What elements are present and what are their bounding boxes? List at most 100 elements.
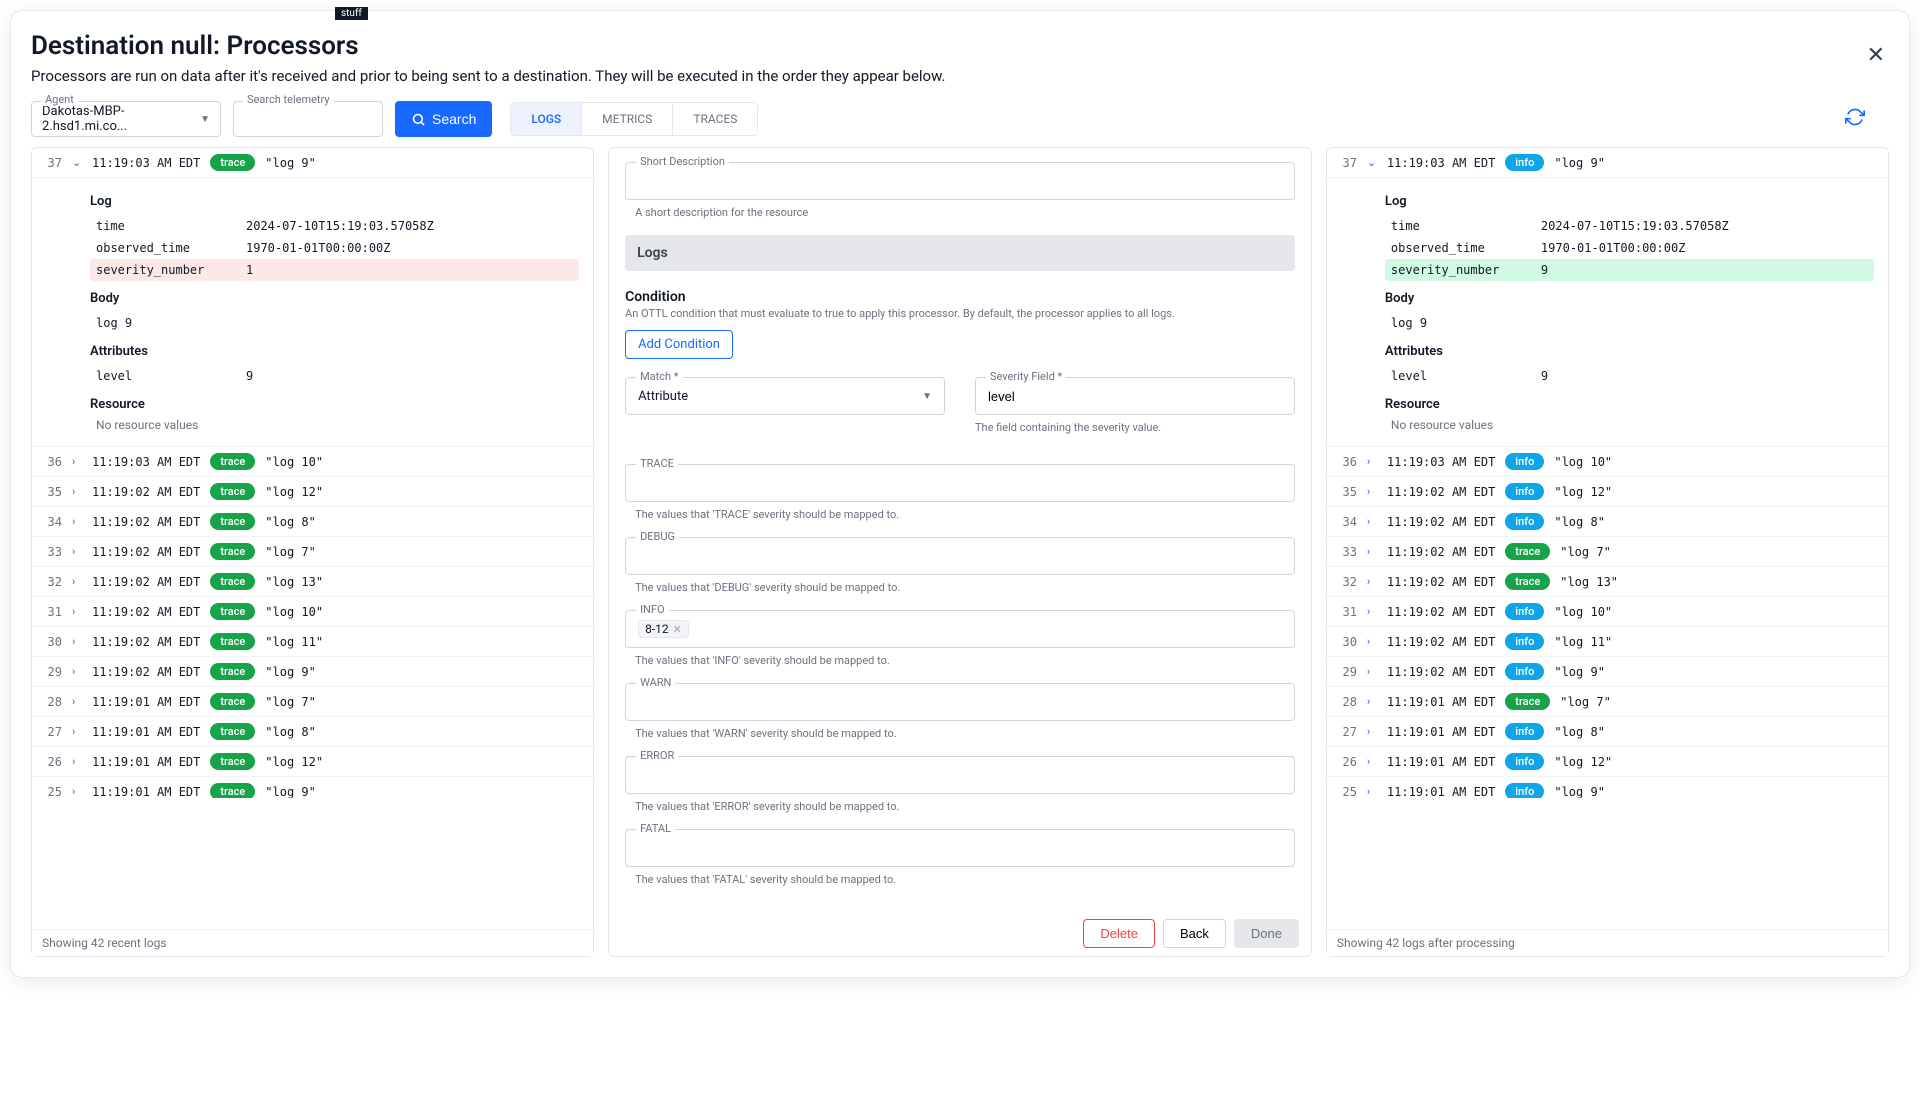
severity-debug-input[interactable] bbox=[626, 538, 1294, 574]
top-controls: Agent Dakotas-MBP-2.hsd1.mi.co... ▼ Sear… bbox=[31, 101, 1889, 137]
done-button[interactable]: Done bbox=[1234, 919, 1299, 948]
kv-value: 1 bbox=[246, 263, 253, 277]
severity-pill: info bbox=[1505, 633, 1544, 650]
search-button[interactable]: Search bbox=[395, 101, 492, 137]
log-timestamp: 11:19:02 AM EDT bbox=[1387, 605, 1495, 619]
log-row[interactable]: 32 › 11:19:02 AM EDT trace "log 13" bbox=[1327, 567, 1888, 597]
chevron-right-icon: › bbox=[1367, 605, 1377, 618]
output-logs-panel: 37 ⌄ 11:19:03 AM EDT info "log 9" Log ti… bbox=[1326, 147, 1889, 957]
log-row[interactable]: 25 › 11:19:01 AM EDT trace "log 9" bbox=[32, 777, 593, 798]
severity-warn-hint: The values that 'WARN' severity should b… bbox=[635, 727, 1293, 740]
refresh-icon[interactable] bbox=[1845, 107, 1865, 132]
kv-row: observed_time 1970-01-01T00:00:00Z bbox=[90, 237, 579, 259]
severity-pill: trace bbox=[210, 513, 255, 530]
log-timestamp: 11:19:02 AM EDT bbox=[92, 665, 200, 679]
log-row[interactable]: 29 › 11:19:02 AM EDT info "log 9" bbox=[1327, 657, 1888, 687]
severity-fatal-input[interactable] bbox=[626, 830, 1294, 866]
log-row[interactable]: 34 › 11:19:02 AM EDT trace "log 8" bbox=[32, 507, 593, 537]
severity-pill: trace bbox=[210, 753, 255, 770]
log-message: "log 12" bbox=[265, 485, 323, 499]
tab-metrics[interactable]: METRICS bbox=[581, 103, 672, 135]
log-row[interactable]: 28 › 11:19:01 AM EDT trace "log 7" bbox=[1327, 687, 1888, 717]
agent-select[interactable]: Dakotas-MBP-2.hsd1.mi.co... ▼ bbox=[31, 101, 221, 137]
log-index: 29 bbox=[42, 665, 62, 679]
kv-key: severity_number bbox=[96, 263, 246, 277]
delete-button[interactable]: Delete bbox=[1083, 919, 1155, 948]
severity-warn-input[interactable] bbox=[626, 684, 1294, 720]
chevron-right-icon: › bbox=[72, 485, 82, 498]
severity-pill: trace bbox=[210, 453, 255, 470]
severity-info-hint: The values that 'INFO' severity should b… bbox=[635, 654, 1293, 667]
log-row[interactable]: 34 › 11:19:02 AM EDT info "log 8" bbox=[1327, 507, 1888, 537]
match-select[interactable]: Attribute ▼ bbox=[626, 378, 944, 414]
log-message: "log 9" bbox=[265, 785, 316, 799]
severity-pill: trace bbox=[210, 633, 255, 650]
log-row[interactable]: 35 › 11:19:02 AM EDT trace "log 12" bbox=[32, 477, 593, 507]
log-message: "log 8" bbox=[265, 725, 316, 739]
log-row[interactable]: 25 › 11:19:01 AM EDT info "log 9" bbox=[1327, 777, 1888, 798]
log-row[interactable]: 30 › 11:19:02 AM EDT info "log 11" bbox=[1327, 627, 1888, 657]
search-label: Search telemetry bbox=[243, 93, 334, 106]
log-row[interactable]: 27 › 11:19:01 AM EDT trace "log 8" bbox=[32, 717, 593, 747]
add-condition-button[interactable]: Add Condition bbox=[625, 330, 733, 359]
chip-remove-icon[interactable]: ✕ bbox=[673, 623, 682, 636]
log-timestamp: 11:19:03 AM EDT bbox=[92, 156, 200, 170]
kv-key: time bbox=[96, 219, 246, 233]
short-desc-input[interactable] bbox=[626, 163, 1294, 199]
back-button[interactable]: Back bbox=[1163, 919, 1226, 948]
processor-form-panel: Short Description A short description fo… bbox=[608, 147, 1312, 957]
body-value: log 9 bbox=[1385, 312, 1874, 334]
kv-value: 2024-07-10T15:19:03.57058Z bbox=[1541, 219, 1729, 233]
kv-row: time 2024-07-10T15:19:03.57058Z bbox=[1385, 215, 1874, 237]
kv-row: time 2024-07-10T15:19:03.57058Z bbox=[90, 215, 579, 237]
severity-pill: trace bbox=[210, 154, 255, 171]
chevron-right-icon: › bbox=[72, 785, 82, 798]
search-input[interactable] bbox=[233, 101, 383, 137]
severity-pill: info bbox=[1505, 513, 1544, 530]
log-row[interactable]: 29 › 11:19:02 AM EDT trace "log 9" bbox=[32, 657, 593, 687]
chevron-right-icon: › bbox=[1367, 725, 1377, 738]
log-row-expanded[interactable]: 37 ⌄ 11:19:03 AM EDT info "log 9" bbox=[1327, 148, 1888, 178]
body-section-title: Body bbox=[1385, 291, 1874, 306]
kv-key: observed_time bbox=[96, 241, 246, 255]
severity-info-input[interactable]: 8-12 ✕ bbox=[626, 611, 1294, 647]
severity-pill: info bbox=[1505, 453, 1544, 470]
log-timestamp: 11:19:02 AM EDT bbox=[1387, 485, 1495, 499]
log-index: 37 bbox=[1337, 156, 1357, 170]
log-row[interactable]: 28 › 11:19:01 AM EDT trace "log 7" bbox=[32, 687, 593, 717]
chip[interactable]: 8-12 ✕ bbox=[638, 620, 689, 638]
log-row[interactable]: 32 › 11:19:02 AM EDT trace "log 13" bbox=[32, 567, 593, 597]
log-row[interactable]: 27 › 11:19:01 AM EDT info "log 8" bbox=[1327, 717, 1888, 747]
severity-field-input[interactable] bbox=[976, 378, 1294, 414]
log-row[interactable]: 31 › 11:19:02 AM EDT trace "log 10" bbox=[32, 597, 593, 627]
log-message: "log 9" bbox=[265, 665, 316, 679]
log-index: 25 bbox=[42, 785, 62, 799]
log-message: "log 12" bbox=[1554, 485, 1612, 499]
log-timestamp: 11:19:01 AM EDT bbox=[92, 725, 200, 739]
severity-error-label: ERROR bbox=[636, 749, 678, 762]
severity-field-hint: The field containing the severity value. bbox=[975, 421, 1293, 434]
log-row[interactable]: 36 › 11:19:03 AM EDT info "log 10" bbox=[1327, 447, 1888, 477]
log-row[interactable]: 31 › 11:19:02 AM EDT info "log 10" bbox=[1327, 597, 1888, 627]
log-row[interactable]: 30 › 11:19:02 AM EDT trace "log 11" bbox=[32, 627, 593, 657]
tab-logs[interactable]: LOGS bbox=[511, 103, 581, 135]
severity-error-input[interactable] bbox=[626, 757, 1294, 793]
log-index: 25 bbox=[1337, 785, 1357, 799]
log-row[interactable]: 26 › 11:19:01 AM EDT info "log 12" bbox=[1327, 747, 1888, 777]
chevron-right-icon: › bbox=[1367, 455, 1377, 468]
kv-row: severity_number 1 bbox=[90, 259, 579, 281]
log-row[interactable]: 36 › 11:19:03 AM EDT trace "log 10" bbox=[32, 447, 593, 477]
log-row[interactable]: 26 › 11:19:01 AM EDT trace "log 12" bbox=[32, 747, 593, 777]
match-label: Match * bbox=[636, 370, 682, 383]
log-row[interactable]: 33 › 11:19:02 AM EDT trace "log 7" bbox=[32, 537, 593, 567]
severity-trace-input[interactable] bbox=[626, 465, 1294, 501]
log-row[interactable]: 33 › 11:19:02 AM EDT trace "log 7" bbox=[1327, 537, 1888, 567]
log-row[interactable]: 35 › 11:19:02 AM EDT info "log 12" bbox=[1327, 477, 1888, 507]
log-message: "log 11" bbox=[1554, 635, 1612, 649]
tab-traces[interactable]: TRACES bbox=[672, 103, 757, 135]
log-row-expanded[interactable]: 37 ⌄ 11:19:03 AM EDT trace "log 9" bbox=[32, 148, 593, 178]
close-icon[interactable]: ✕ bbox=[1867, 45, 1885, 67]
log-message: "log 9" bbox=[1554, 785, 1605, 799]
log-timestamp: 11:19:03 AM EDT bbox=[1387, 156, 1495, 170]
stuff-tag: stuff bbox=[335, 7, 368, 20]
